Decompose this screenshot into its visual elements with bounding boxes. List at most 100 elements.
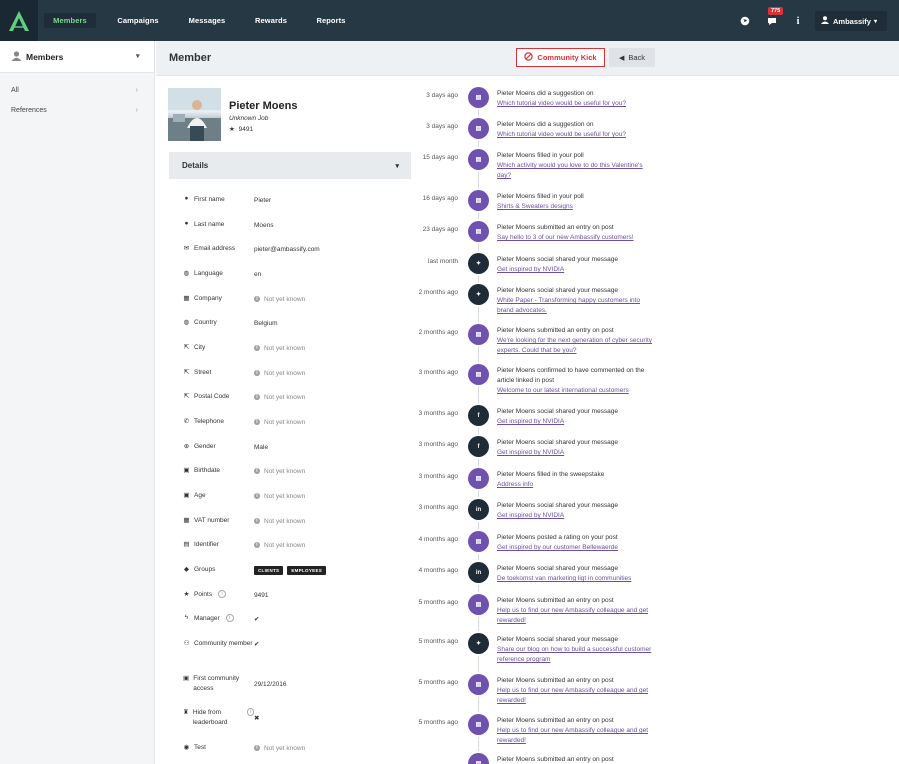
- sidebar-header[interactable]: Members ▾: [0, 41, 154, 73]
- chevron-right-icon: ›: [135, 86, 138, 94]
- detail-row: ⊕ Gender Male: [183, 442, 413, 452]
- activity-item: 3 days ago ▤ Pieter Moens did a suggestion…: [410, 87, 899, 114]
- community-kick-label: Community Kick: [537, 53, 597, 62]
- nav-rewards[interactable]: Rewards: [245, 13, 297, 28]
- detail-value: i Not yet known: [254, 466, 413, 476]
- activity-description: Pieter Moens filled in your poll: [497, 152, 584, 159]
- activity-link[interactable]: Address info: [497, 481, 533, 488]
- detail-row: ◆ Groups CLIENTS EMPLOYEES: [183, 565, 413, 575]
- activity-link[interactable]: Which activity would you love to do this…: [497, 162, 643, 179]
- post-icon: ▤: [468, 531, 489, 552]
- community-kick-button[interactable]: Community Kick: [516, 48, 605, 67]
- detail-value-text: ✖: [254, 715, 260, 722]
- activity-text: Pieter Moens filled in the sweepstake Add…: [497, 470, 657, 490]
- nav-campaigns[interactable]: Campaigns: [112, 13, 164, 28]
- detail-label-text: Community member: [194, 640, 253, 647]
- detail-label: ♜ Hide from leaderboard i: [183, 708, 254, 728]
- nav-messages[interactable]: Messages: [181, 13, 233, 28]
- activity-link[interactable]: De toekomst van marketing ligt in commun…: [497, 575, 631, 582]
- activity-item: 3 months ago in Pieter Moens social shared…: [410, 499, 899, 526]
- detail-value: pieter@ambassify.com: [254, 244, 413, 254]
- activity-time: 5 months ago: [418, 719, 458, 726]
- chevron-down-icon: ▾: [136, 53, 140, 60]
- avatar: [168, 88, 221, 141]
- activity-link[interactable]: Which tutorial video would be useful for…: [497, 100, 626, 107]
- detail-value: CLIENTS EMPLOYEES: [254, 565, 413, 575]
- activity-text: Pieter Moens submitted an entry on post W…: [497, 326, 657, 356]
- help-icon[interactable]: i: [225, 614, 234, 622]
- detail-label: ◆ Groups: [183, 565, 254, 575]
- activity-link[interactable]: Help us to find our new Ambassify collea…: [497, 607, 648, 624]
- detail-row: ▣ First community access 29/12/2016: [183, 674, 413, 694]
- user-menu[interactable]: Ambassify ▾: [815, 11, 887, 31]
- activity-link[interactable]: Get inspired by NVIDIA: [497, 449, 564, 456]
- activity-link[interactable]: Help us to find our new Ambassify collea…: [497, 727, 648, 744]
- details-panel-header[interactable]: Details ▾: [169, 152, 411, 179]
- detail-value-text: pieter@ambassify.com: [254, 245, 320, 253]
- post-icon: ▤: [468, 674, 489, 695]
- activity-link[interactable]: White Paper - Transforming happy custome…: [497, 297, 640, 314]
- trophy-icon: ♜: [183, 709, 189, 716]
- activity-item: 3 months ago ▤ Pieter Moens filled in the …: [410, 468, 899, 495]
- group-tag[interactable]: CLIENTS: [254, 565, 284, 575]
- activity-link[interactable]: Get inspired by NVIDIA: [497, 418, 564, 425]
- sidebar-item-all[interactable]: All ›: [0, 80, 154, 100]
- activity-link[interactable]: Get inspired by NVIDIA: [497, 512, 564, 519]
- twitter-icon: ✦: [468, 253, 489, 274]
- calendar-icon: ▣: [183, 467, 190, 474]
- activity-description: Pieter Moens social shared your message: [497, 636, 619, 643]
- info-icon[interactable]: i: [788, 11, 808, 31]
- activity-link[interactable]: Welcome to our latest international cust…: [497, 387, 629, 394]
- back-label: Back: [628, 53, 646, 62]
- back-button[interactable]: ◀ Back: [609, 48, 655, 67]
- detail-value: i Not yet known: [254, 516, 413, 526]
- activity-time: 5 months ago: [418, 638, 458, 645]
- detail-value: ✔: [254, 614, 413, 624]
- activity-link[interactable]: Say hello to 3 of our new Ambassify cust…: [497, 234, 634, 241]
- nav-reports[interactable]: Reports: [305, 13, 357, 28]
- post-icon: ▤: [468, 149, 489, 170]
- chevron-down-icon: ▾: [395, 162, 399, 170]
- detail-row: ⇱ Postal Code i Not yet known: [183, 392, 413, 402]
- ambassify-logo-icon[interactable]: [0, 0, 38, 41]
- activity-link[interactable]: Share our blog on how to build a success…: [497, 646, 651, 663]
- detail-label: ⇱ City: [183, 343, 254, 353]
- detail-value: Moens: [254, 220, 413, 230]
- detail-row: ● Last name Moens: [183, 220, 413, 230]
- detail-value: i Not yet known: [254, 392, 413, 402]
- detail-value-text: Not yet known: [264, 541, 306, 549]
- detail-row: ● First name Pieter: [183, 195, 413, 205]
- activity-link[interactable]: Which tutorial video would be useful for…: [497, 131, 626, 138]
- detail-value: Pieter: [254, 195, 413, 205]
- details-title: Details: [182, 161, 209, 170]
- globe-icon[interactable]: [735, 11, 755, 31]
- activity-time: 4 months ago: [418, 567, 458, 574]
- nav-members[interactable]: Members: [44, 13, 96, 28]
- building-icon: ▦: [183, 295, 190, 302]
- phone-icon: ✆: [183, 418, 190, 425]
- detail-value-text: Male: [254, 443, 269, 451]
- calendar-icon: ▣: [183, 675, 190, 682]
- user-icon: ●: [184, 195, 189, 202]
- activity-link[interactable]: Shirts & Sweaters designs: [497, 203, 573, 210]
- detail-label: ✆ Telephone: [183, 417, 254, 427]
- sidebar-item-references[interactable]: References ›: [0, 100, 154, 120]
- detail-label-text: Last name: [194, 221, 225, 228]
- activity-link[interactable]: Get inspired by our customer Bellewaerde: [497, 544, 618, 551]
- detail-value: Male: [254, 442, 413, 452]
- detail-value-text: 9491: [254, 591, 269, 599]
- activity-link[interactable]: We're looking for the next generation of…: [497, 337, 652, 354]
- detail-label: ϟ Manager i: [183, 614, 254, 624]
- activity-link[interactable]: Get inspired by NVIDIA: [497, 266, 564, 273]
- activity-item: 5 months ago ▤ Pieter Moens submitted an e…: [410, 674, 899, 704]
- activity-link[interactable]: Help us to find our new Ambassify collea…: [497, 687, 648, 704]
- group-tag[interactable]: EMPLOYEES: [287, 565, 327, 575]
- sidebar: Members ▾ All › References ›: [0, 41, 155, 764]
- help-icon[interactable]: i: [218, 590, 227, 598]
- activity-description: Pieter Moens filled in your poll: [497, 193, 584, 200]
- detail-label: ⇱ Postal Code: [183, 392, 254, 402]
- activity-item: 5 months ago ▤ Pieter Moens submitted an e…: [410, 714, 899, 744]
- facebook-icon: f: [468, 405, 489, 426]
- activity-time: 3 months ago: [418, 410, 458, 417]
- activity-text: Pieter Moens social shared your message D…: [497, 564, 657, 584]
